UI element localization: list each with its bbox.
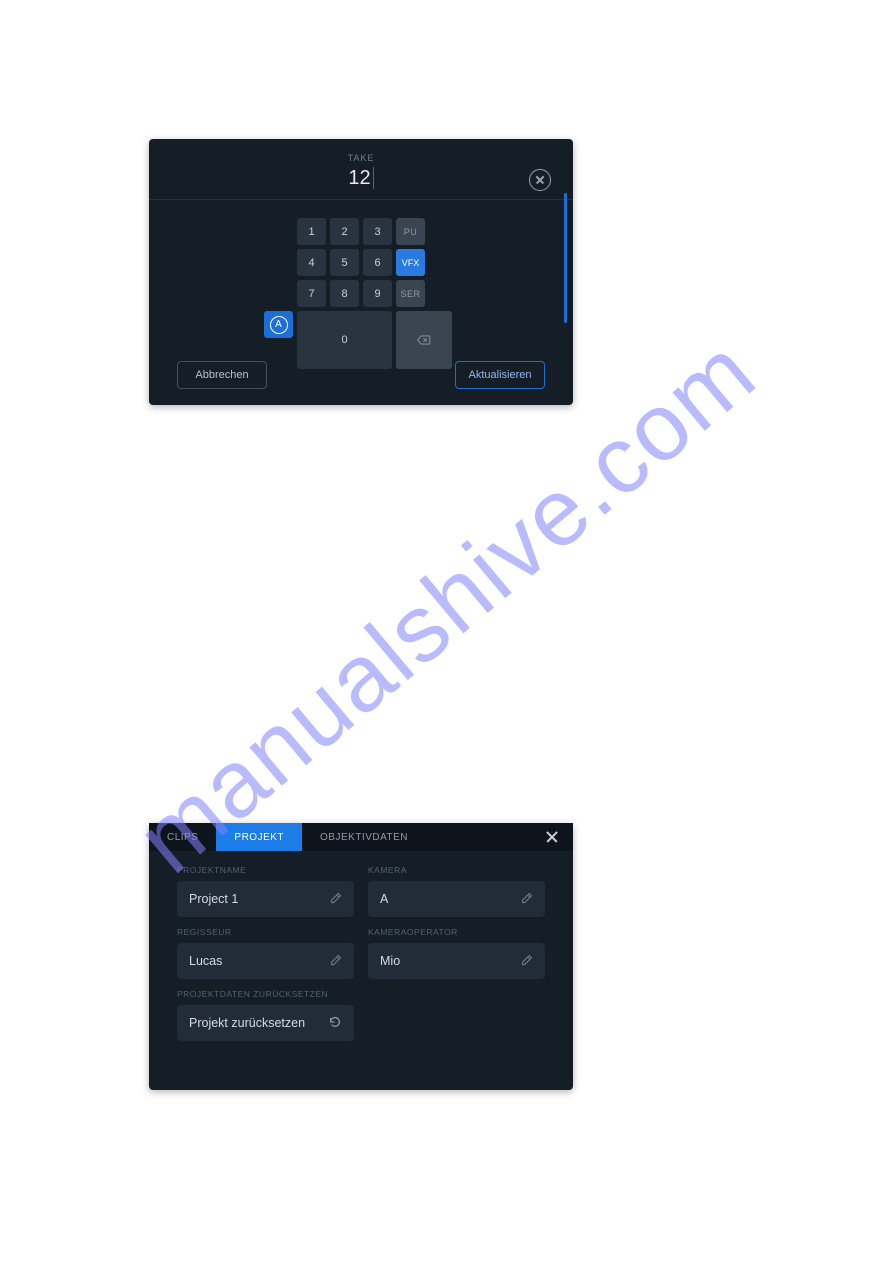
divider — [149, 199, 573, 200]
a-icon: A — [270, 316, 288, 334]
director-input[interactable]: Lucas — [177, 943, 354, 979]
key-ser[interactable]: SER — [396, 280, 425, 307]
camera-input[interactable]: A — [368, 881, 545, 917]
camera-operator-label: KAMERAOPERATOR — [368, 927, 545, 937]
update-button[interactable]: Aktualisieren — [455, 361, 545, 389]
key-vfx[interactable]: VFX — [396, 249, 425, 276]
reset-project-label: PROJEKTDATEN ZURÜCKSETZEN — [177, 989, 354, 999]
field-reset-project: PROJEKTDATEN ZURÜCKSETZEN Projekt zurück… — [177, 989, 354, 1041]
key-7[interactable]: 7 — [297, 280, 326, 307]
metadata-tabs: CLIPS PROJEKT OBJEKTIVDATEN — [149, 823, 573, 851]
key-5[interactable]: 5 — [330, 249, 359, 276]
reset-project-value: Projekt zurücksetzen — [189, 1016, 305, 1030]
pencil-icon — [330, 892, 342, 907]
reset-project-button[interactable]: Projekt zurücksetzen — [177, 1005, 354, 1041]
cancel-button[interactable]: Abbrechen — [177, 361, 267, 389]
backspace-icon — [417, 335, 431, 345]
close-icon[interactable] — [529, 169, 551, 191]
key-6[interactable]: 6 — [363, 249, 392, 276]
tab-objektivdaten[interactable]: OBJEKTIVDATEN — [302, 823, 426, 851]
project-name-label: PROJEKTNAME — [177, 865, 354, 875]
project-name-value: Project 1 — [189, 892, 238, 906]
key-1[interactable]: 1 — [297, 218, 326, 245]
project-form: PROJEKTNAME Project 1 KAMERA A REGISSEUR… — [149, 851, 573, 1041]
camera-label: KAMERA — [368, 865, 545, 875]
tab-clips[interactable]: CLIPS — [149, 823, 216, 851]
key-auto-a[interactable]: A — [264, 311, 293, 338]
field-camera: KAMERA A — [368, 865, 545, 917]
pencil-icon — [521, 954, 533, 969]
director-value: Lucas — [189, 954, 222, 968]
take-label: TAKE — [149, 153, 573, 163]
project-metadata-panel: CLIPS PROJEKT OBJEKTIVDATEN PROJEKTNAME … — [149, 823, 573, 1090]
field-director: REGISSEUR Lucas — [177, 927, 354, 979]
key-9[interactable]: 9 — [363, 280, 392, 307]
key-2[interactable]: 2 — [330, 218, 359, 245]
field-camera-operator: KAMERAOPERATOR Mio — [368, 927, 545, 979]
take-header: TAKE 12 — [149, 139, 573, 189]
take-value-input[interactable]: 12 — [348, 167, 373, 189]
scrollbar-thumb[interactable] — [564, 193, 567, 323]
pencil-icon — [330, 954, 342, 969]
camera-value: A — [380, 892, 388, 906]
camera-operator-input[interactable]: Mio — [368, 943, 545, 979]
key-8[interactable]: 8 — [330, 280, 359, 307]
camera-operator-value: Mio — [380, 954, 400, 968]
dialog-buttons: Abbrechen Aktualisieren — [149, 361, 573, 389]
key-4[interactable]: 4 — [297, 249, 326, 276]
numeric-keypad: 1 2 3 PU 4 5 6 VFX 7 8 9 SER A 0 — [297, 218, 425, 369]
close-icon[interactable] — [543, 828, 561, 846]
project-name-input[interactable]: Project 1 — [177, 881, 354, 917]
tab-projekt[interactable]: PROJEKT — [216, 823, 302, 851]
field-project-name: PROJEKTNAME Project 1 — [177, 865, 354, 917]
pencil-icon — [521, 892, 533, 907]
director-label: REGISSEUR — [177, 927, 354, 937]
key-pu[interactable]: PU — [396, 218, 425, 245]
key-3[interactable]: 3 — [363, 218, 392, 245]
take-entry-panel: TAKE 12 1 2 3 PU 4 5 6 VFX 7 8 9 SER A 0… — [149, 139, 573, 405]
reset-icon — [328, 1015, 342, 1032]
